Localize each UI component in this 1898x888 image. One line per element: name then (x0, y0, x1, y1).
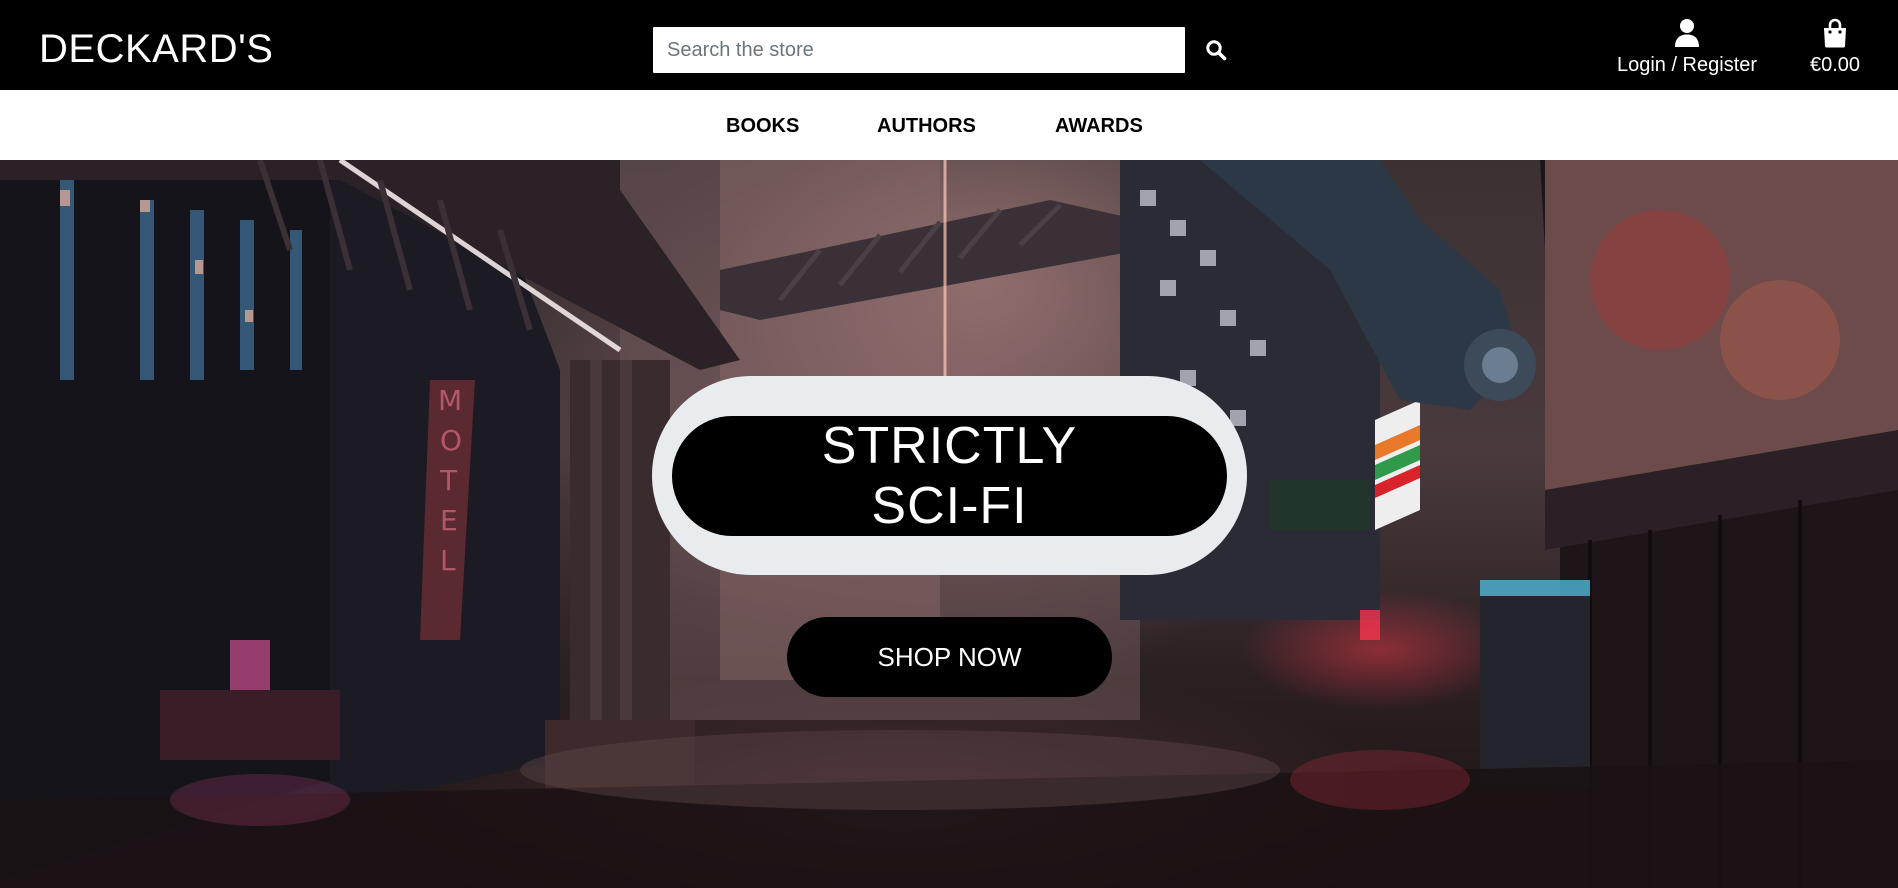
svg-text:M: M (438, 384, 462, 417)
hero-headline: STRICTLY SCI-FI (672, 416, 1227, 536)
headline-line-2: SCI-FI (871, 477, 1028, 535)
main-navigation: BOOKS AUTHORS AWARDS (0, 90, 1898, 160)
shopping-bag-link[interactable]: €0.00 (1800, 18, 1870, 80)
search-button[interactable] (1193, 27, 1238, 73)
top-header: DECKARD'S Login / Register €0.00 (0, 0, 1898, 90)
search-form (653, 27, 1238, 73)
user-icon (1675, 19, 1699, 47)
search-icon (1205, 40, 1226, 61)
account-label: Login / Register (1616, 54, 1758, 76)
svg-text:L: L (440, 544, 456, 577)
brand-logo-link[interactable]: DECKARD'S (39, 26, 273, 72)
headline-line-1: STRICTLY (821, 417, 1078, 475)
shop-now-button[interactable]: SHOP NOW (787, 617, 1112, 697)
bag-total: €0.00 (1809, 54, 1861, 76)
nav-item-awards[interactable]: AWARDS (1055, 114, 1143, 138)
nav-item-books[interactable]: BOOKS (726, 114, 799, 138)
hero-banner: M O T E L STRICTLY SCI-FI SHOP NOW (0, 160, 1898, 888)
search-input[interactable] (653, 27, 1185, 73)
nav-item-authors[interactable]: AUTHORS (877, 114, 976, 138)
account-link[interactable]: Login / Register (1612, 18, 1762, 80)
svg-text:T: T (439, 464, 458, 497)
shopping-bag-icon (1824, 18, 1846, 48)
svg-text:E: E (440, 504, 458, 537)
svg-text:O: O (440, 424, 462, 457)
